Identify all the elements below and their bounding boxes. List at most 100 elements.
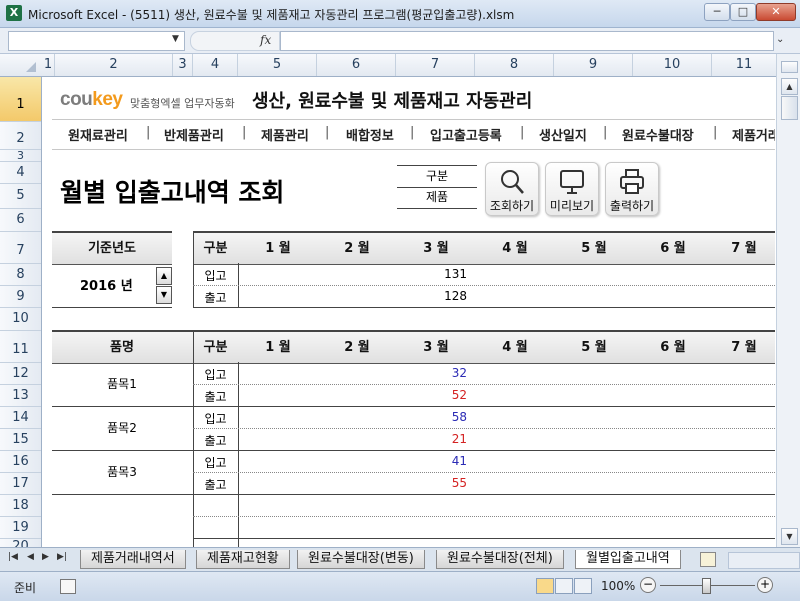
row-header[interactable]: 7 — [0, 232, 41, 264]
nav-item-in-out-register[interactable]: 입고출고등록 — [430, 125, 502, 144]
row-header[interactable]: 14 — [0, 407, 41, 429]
column-header[interactable]: 8 — [475, 54, 554, 76]
zoom-slider-thumb[interactable] — [702, 578, 711, 594]
prev-sheet-icon[interactable]: ◀ — [27, 552, 34, 562]
sheet-tab-active[interactable]: 월별입출고내역 — [575, 550, 681, 569]
column-header[interactable]: 11 — [712, 54, 776, 76]
summary-header-type: 구분 — [203, 241, 228, 256]
nav-item-production-log[interactable]: 생산일지 — [539, 125, 587, 144]
horizontal-scrollbar[interactable] — [728, 552, 800, 569]
row-header[interactable]: 16 — [0, 451, 41, 473]
nav-separator: | — [242, 125, 247, 140]
row-header[interactable]: 5 — [0, 184, 41, 209]
page-layout-view-icon[interactable] — [555, 578, 573, 594]
row-header[interactable]: 18 — [0, 495, 41, 517]
sheet-tab[interactable]: 제품재고현황 — [196, 550, 290, 569]
column-header[interactable]: 1 — [42, 54, 55, 76]
zoom-out-button[interactable]: − — [640, 577, 656, 593]
detail-header-month: 7 월 — [731, 340, 757, 355]
summary-header-month: 3 월 — [423, 241, 449, 256]
nav-item-material-ledger[interactable]: 원료수불대장 — [622, 125, 694, 144]
title-bar: X Microsoft Excel - (5511) 생산, 원료수불 및 제품… — [0, 0, 800, 28]
row-header[interactable]: 9 — [0, 286, 41, 308]
window-title: Microsoft Excel - (5511) 생산, 원료수불 및 제품재고… — [28, 8, 515, 22]
nav-top-rule — [52, 119, 775, 120]
column-header[interactable]: 4 — [193, 54, 238, 76]
year-value[interactable]: 2016 년 — [80, 275, 133, 294]
row-header[interactable]: 12 — [0, 363, 41, 385]
row-header[interactable]: 10 — [0, 308, 41, 331]
row-type-out: 출고 — [204, 434, 227, 448]
maximize-button[interactable]: □ — [730, 3, 756, 21]
normal-view-icon[interactable] — [536, 578, 554, 594]
vertical-scrollbar[interactable]: ▲ ▼ — [776, 54, 800, 547]
search-button[interactable]: 조회하기 — [485, 162, 539, 216]
summary-in-value: 131 — [444, 267, 467, 281]
zoom-in-button[interactable]: + — [757, 577, 773, 593]
column-header[interactable]: 9 — [554, 54, 633, 76]
nav-bottom-rule — [52, 149, 775, 150]
row-header[interactable]: 13 — [0, 385, 41, 407]
column-header[interactable]: 2 — [55, 54, 173, 76]
column-header[interactable]: 7 — [396, 54, 475, 76]
program-title: 생산, 원료수불 및 제품재고 자동관리 — [252, 91, 533, 112]
column-header[interactable]: 6 — [317, 54, 396, 76]
excel-app-icon[interactable]: X — [6, 5, 22, 21]
category-filter: 구분 제품 — [397, 165, 477, 209]
nav-item-raw-materials[interactable]: 원재료관리 — [68, 125, 128, 144]
name-box-dropdown-icon[interactable]: ▼ — [172, 34, 179, 44]
row-header[interactable]: 6 — [0, 209, 41, 232]
minimize-button[interactable]: ─ — [704, 3, 730, 21]
formula-input[interactable] — [280, 31, 774, 51]
row-header[interactable]: 20 — [0, 539, 41, 547]
page-break-view-icon[interactable] — [574, 578, 592, 594]
detail-table-header: 품명 구분 1 월 2 월 3 월 4 월 5 월 6 월 7 월 — [52, 330, 775, 364]
scroll-up-icon[interactable]: ▲ — [781, 78, 798, 95]
nav-item-formula-info[interactable]: 배합정보 — [346, 125, 394, 144]
row-header[interactable]: 4 — [0, 162, 41, 184]
macro-record-icon[interactable] — [60, 579, 76, 594]
row-header[interactable]: 8 — [0, 264, 41, 286]
nav-item-semi-products[interactable]: 반제품관리 — [164, 125, 224, 144]
detail-header-month: 5 월 — [581, 340, 607, 355]
scroll-thumb[interactable] — [781, 96, 798, 120]
table-row: 출고 52 — [193, 385, 775, 406]
year-header-label: 기준년도 — [88, 241, 136, 256]
sheet-tab-bar: |◀ ◀ ▶ ▶| 제품거래내역서 제품재고현황 원료수불대장(변동) 원료수불… — [0, 547, 800, 571]
detail-header-month: 3 월 — [423, 340, 449, 355]
category-value[interactable]: 제품 — [397, 187, 477, 209]
sheet-tab[interactable]: 원료수불대장(변동) — [297, 550, 425, 569]
print-button[interactable]: 출력하기 — [605, 162, 659, 216]
column-header[interactable]: 3 — [173, 54, 193, 76]
row-header[interactable]: 2 — [0, 122, 41, 150]
nav-item-product-transactions[interactable]: 제품거래 — [732, 125, 775, 144]
column-header[interactable]: 10 — [633, 54, 712, 76]
row-header[interactable]: 1 — [0, 77, 41, 122]
scroll-down-icon[interactable]: ▼ — [781, 528, 798, 545]
insert-sheet-icon[interactable] — [700, 552, 716, 567]
expand-formula-icon[interactable]: ⌄ — [776, 34, 784, 45]
row-header[interactable]: 11 — [0, 331, 41, 363]
row-header[interactable]: 19 — [0, 517, 41, 539]
close-button[interactable]: ✕ — [756, 3, 796, 21]
out-value: 55 — [451, 476, 467, 490]
nav-item-products[interactable]: 제품관리 — [261, 125, 309, 144]
row-header[interactable]: 3 — [0, 150, 41, 162]
sheet-tab[interactable]: 원료수불대장(전체) — [436, 550, 564, 569]
last-sheet-icon[interactable]: ▶| — [57, 552, 67, 562]
row-header[interactable]: 15 — [0, 429, 41, 451]
worksheet[interactable]: coukey 맞춤형엑셀 업무자동화 생산, 원료수불 및 제품재고 자동관리 … — [42, 77, 775, 547]
insert-function-icon[interactable]: fx — [260, 33, 271, 47]
next-sheet-icon[interactable]: ▶ — [42, 552, 49, 562]
first-sheet-icon[interactable]: |◀ — [8, 552, 18, 562]
name-box[interactable] — [8, 31, 185, 51]
sheet-tab[interactable]: 제품거래내역서 — [80, 550, 186, 569]
column-header[interactable]: 5 — [238, 54, 317, 76]
year-up-button[interactable]: ▲ — [156, 267, 172, 285]
zoom-level[interactable]: 100% — [601, 579, 635, 593]
table-row: 출고 55 — [193, 473, 775, 494]
year-down-button[interactable]: ▼ — [156, 286, 172, 304]
split-box[interactable] — [781, 61, 798, 73]
preview-button[interactable]: 미리보기 — [545, 162, 599, 216]
row-header[interactable]: 17 — [0, 473, 41, 495]
